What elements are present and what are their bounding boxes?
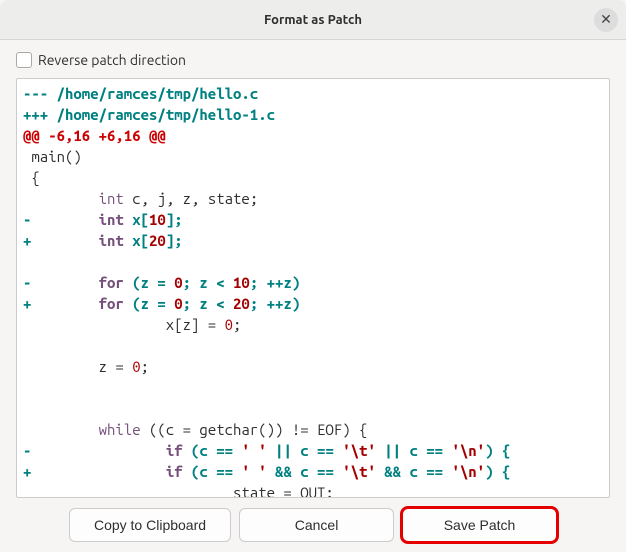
code-line: z = 0; xyxy=(23,358,149,375)
diff-removed-line: - if (c == ' ' || c == '\t' || c == '\n'… xyxy=(23,442,510,459)
code-line xyxy=(23,400,31,417)
save-patch-button[interactable]: Save Patch xyxy=(402,508,557,542)
code-line xyxy=(23,337,31,354)
button-row: Copy to Clipboard Cancel Save Patch xyxy=(16,508,610,542)
code-line xyxy=(23,379,31,396)
code-line: { xyxy=(23,169,40,186)
diff-new-file: +++ /home/ramces/tmp/hello-1.c xyxy=(23,106,275,123)
dialog-title: Format as Patch xyxy=(264,13,362,27)
reverse-patch-label: Reverse patch direction xyxy=(38,52,186,68)
diff-old-file: --- /home/ramces/tmp/hello.c xyxy=(23,85,258,102)
copy-to-clipboard-button[interactable]: Copy to Clipboard xyxy=(69,508,231,542)
code-line: x[z] = 0; xyxy=(23,316,241,333)
patch-preview[interactable]: --- /home/ramces/tmp/hello.c +++ /home/r… xyxy=(16,78,610,498)
diff-added-line: + if (c == ' ' && c == '\t' && c == '\n'… xyxy=(23,463,510,480)
dialog-content: Reverse patch direction --- /home/ramces… xyxy=(0,40,626,552)
diff-added-line: + int x[20]; xyxy=(23,232,183,249)
diff-removed-line: - int x[10]; xyxy=(23,211,183,228)
close-icon: ✕ xyxy=(600,11,612,28)
titlebar: Format as Patch ✕ xyxy=(0,0,626,40)
close-button[interactable]: ✕ xyxy=(594,8,618,32)
diff-removed-line: - for (z = 0; z < 10; ++z) xyxy=(23,274,300,291)
diff-hunk-header: @@ -6,16 +6,16 @@ xyxy=(23,127,166,144)
code-line: int c, j, z, state; xyxy=(23,190,258,207)
reverse-patch-checkbox[interactable] xyxy=(16,52,32,68)
cancel-button[interactable]: Cancel xyxy=(239,508,394,542)
code-line: main() xyxy=(23,148,82,165)
diff-added-line: + for (z = 0; z < 20; ++z) xyxy=(23,295,300,312)
code-line: while ((c = getchar()) != EOF) { xyxy=(23,421,367,438)
code-line xyxy=(23,253,31,270)
code-line: state = OUT; xyxy=(23,484,334,498)
reverse-patch-row: Reverse patch direction xyxy=(16,52,610,68)
